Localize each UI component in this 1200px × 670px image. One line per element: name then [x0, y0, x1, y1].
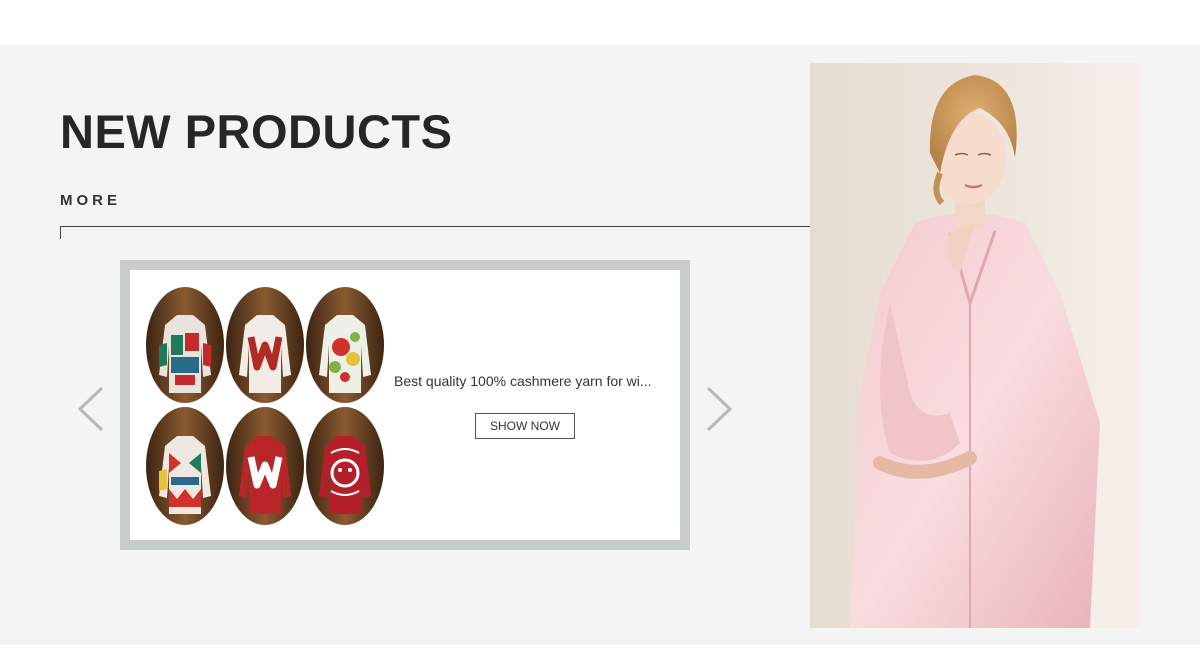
product-description[interactable]: Best quality 100% cashmere yarn for wi..…: [394, 373, 656, 389]
sweater-6: [306, 407, 384, 525]
sweater-1: [146, 287, 224, 403]
sweater-2: [226, 287, 304, 403]
sweater-5: [226, 407, 304, 525]
more-link[interactable]: MORE: [60, 192, 121, 209]
sweater-4: [146, 407, 224, 525]
sweater-grid-image: [146, 287, 384, 525]
chevron-right-icon: [706, 386, 733, 432]
product-card: Best quality 100% cashmere yarn for wi..…: [130, 270, 680, 540]
carousel-next-button[interactable]: [700, 384, 740, 434]
product-slide: Best quality 100% cashmere yarn for wi..…: [120, 260, 690, 550]
section-title: NEW PRODUCTS: [60, 105, 453, 158]
section-divider-tick: [60, 226, 61, 239]
chevron-left-icon: [77, 386, 104, 432]
carousel-prev-button[interactable]: [72, 384, 112, 434]
sweater-3: [306, 287, 384, 403]
pink-satin-pajama-model-image[interactable]: [810, 63, 1140, 628]
show-now-button[interactable]: SHOW NOW: [475, 413, 575, 439]
section-divider: [60, 226, 810, 227]
